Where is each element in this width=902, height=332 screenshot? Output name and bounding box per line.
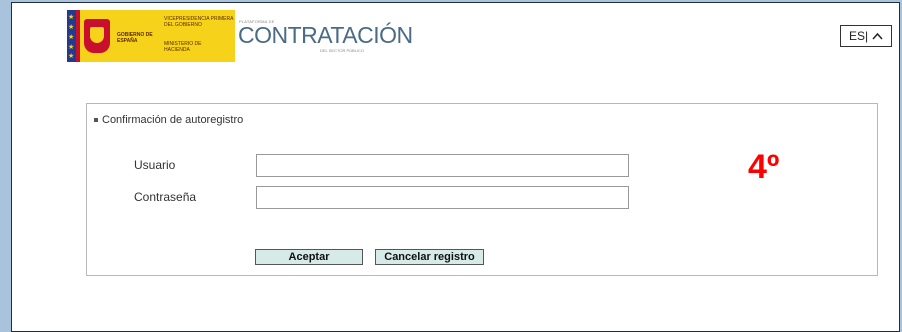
brand-logo: CONTRATACIÓN [238,22,413,48]
coat-of-arms-icon [84,19,110,53]
spain-flag-stripe [76,10,80,62]
logo-vicepresidencia-text: VICEPRESIDENCIA PRIMERA DEL GOBIERNO [164,16,234,28]
usuario-label: Usuario [134,158,176,172]
password-input[interactable] [256,186,629,209]
panel-title: Confirmación de autoregistro [94,114,243,126]
logo-gobierno-text: GOBIERNO DE ESPAÑA [117,32,153,44]
usuario-input[interactable] [256,154,629,177]
accept-button[interactable]: Aceptar [255,249,363,265]
chevron-up-icon [872,32,883,40]
brand-bottom-text: DEL SECTOR PÚBLICO [320,48,365,53]
self-registration-panel: Confirmación de autoregistro Usuario Con… [86,103,878,276]
panel-title-text: Confirmación de autoregistro [102,114,244,126]
cancel-registration-button[interactable]: Cancelar registro [375,249,484,265]
step-annotation: 4º [748,148,780,186]
password-label: Contraseña [134,190,197,204]
logo-ministerio-text: MINISTERIO DE HACIENDA [164,41,202,53]
gobierno-logo: ★ ★ ★ ★ ★ GOBIERNO DE ESPAÑA VICEPRESIDE… [67,10,235,62]
language-label: ES| [848,29,869,43]
eu-flag-icon: ★ ★ ★ ★ ★ [67,10,76,62]
bullet-icon [94,118,98,122]
language-selector[interactable]: ES| [840,25,892,47]
